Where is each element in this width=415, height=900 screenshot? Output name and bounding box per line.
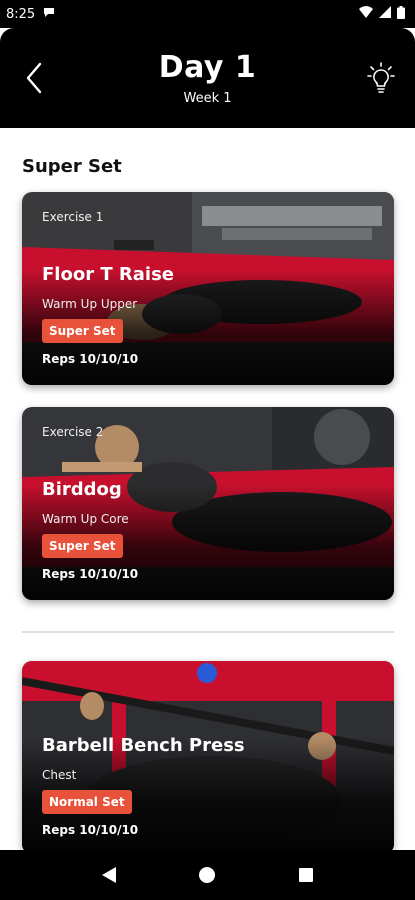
- exercise-number: Exercise 2: [42, 425, 104, 439]
- exercise-card[interactable]: Exercise 1 Floor T Raise Warm Up Upper S…: [22, 192, 394, 385]
- signal-icon: [379, 6, 391, 22]
- message-icon: [43, 6, 55, 22]
- exercise-name: Birddog: [42, 479, 122, 500]
- nav-home-button[interactable]: [195, 863, 219, 887]
- page-title: Day 1: [158, 50, 257, 85]
- nav-back-button[interactable]: [97, 863, 121, 887]
- status-time: 8:25: [6, 6, 36, 22]
- exercise-name: Barbell Bench Press: [42, 735, 245, 756]
- content-area[interactable]: Super Set Exercise 1 Floor T Raise Warm …: [0, 128, 415, 850]
- nav-back-icon: [102, 867, 117, 883]
- exercise-category: Warm Up Upper: [42, 297, 138, 311]
- lightbulb-icon: [367, 62, 395, 93]
- exercise-name: Floor T Raise: [42, 264, 174, 285]
- wifi-icon: [359, 6, 373, 22]
- exercise-category: Chest: [42, 768, 77, 782]
- nav-home-icon: [199, 867, 216, 883]
- header: Day 1 Week 1: [0, 28, 415, 128]
- set-type-badge: Super Set: [42, 319, 123, 343]
- exercise-card[interactable]: Exercise 2 Birddog Warm Up Core Super Se…: [22, 407, 394, 600]
- exercise-number: Exercise 1: [42, 210, 104, 224]
- page-subtitle: Week 1: [183, 91, 232, 106]
- nav-recents-icon: [298, 868, 313, 882]
- section-title: Super Set: [22, 156, 122, 177]
- exercise-category: Warm Up Core: [42, 512, 129, 526]
- exercise-reps: Reps 10/10/10: [42, 567, 139, 581]
- battery-icon: [397, 5, 405, 23]
- set-type-badge: Super Set: [42, 534, 123, 558]
- status-bar: 8:25: [0, 0, 415, 28]
- set-type-badge: Normal Set: [42, 790, 132, 814]
- exercise-reps: Reps 10/10/10: [42, 823, 139, 837]
- section-divider: [22, 631, 394, 633]
- system-nav-bar: [0, 850, 415, 900]
- exercise-reps: Reps 10/10/10: [42, 352, 139, 366]
- nav-recents-button[interactable]: [294, 863, 318, 887]
- tips-button[interactable]: [367, 62, 395, 94]
- exercise-card[interactable]: Barbell Bench Press Chest Normal Set Rep…: [22, 661, 394, 850]
